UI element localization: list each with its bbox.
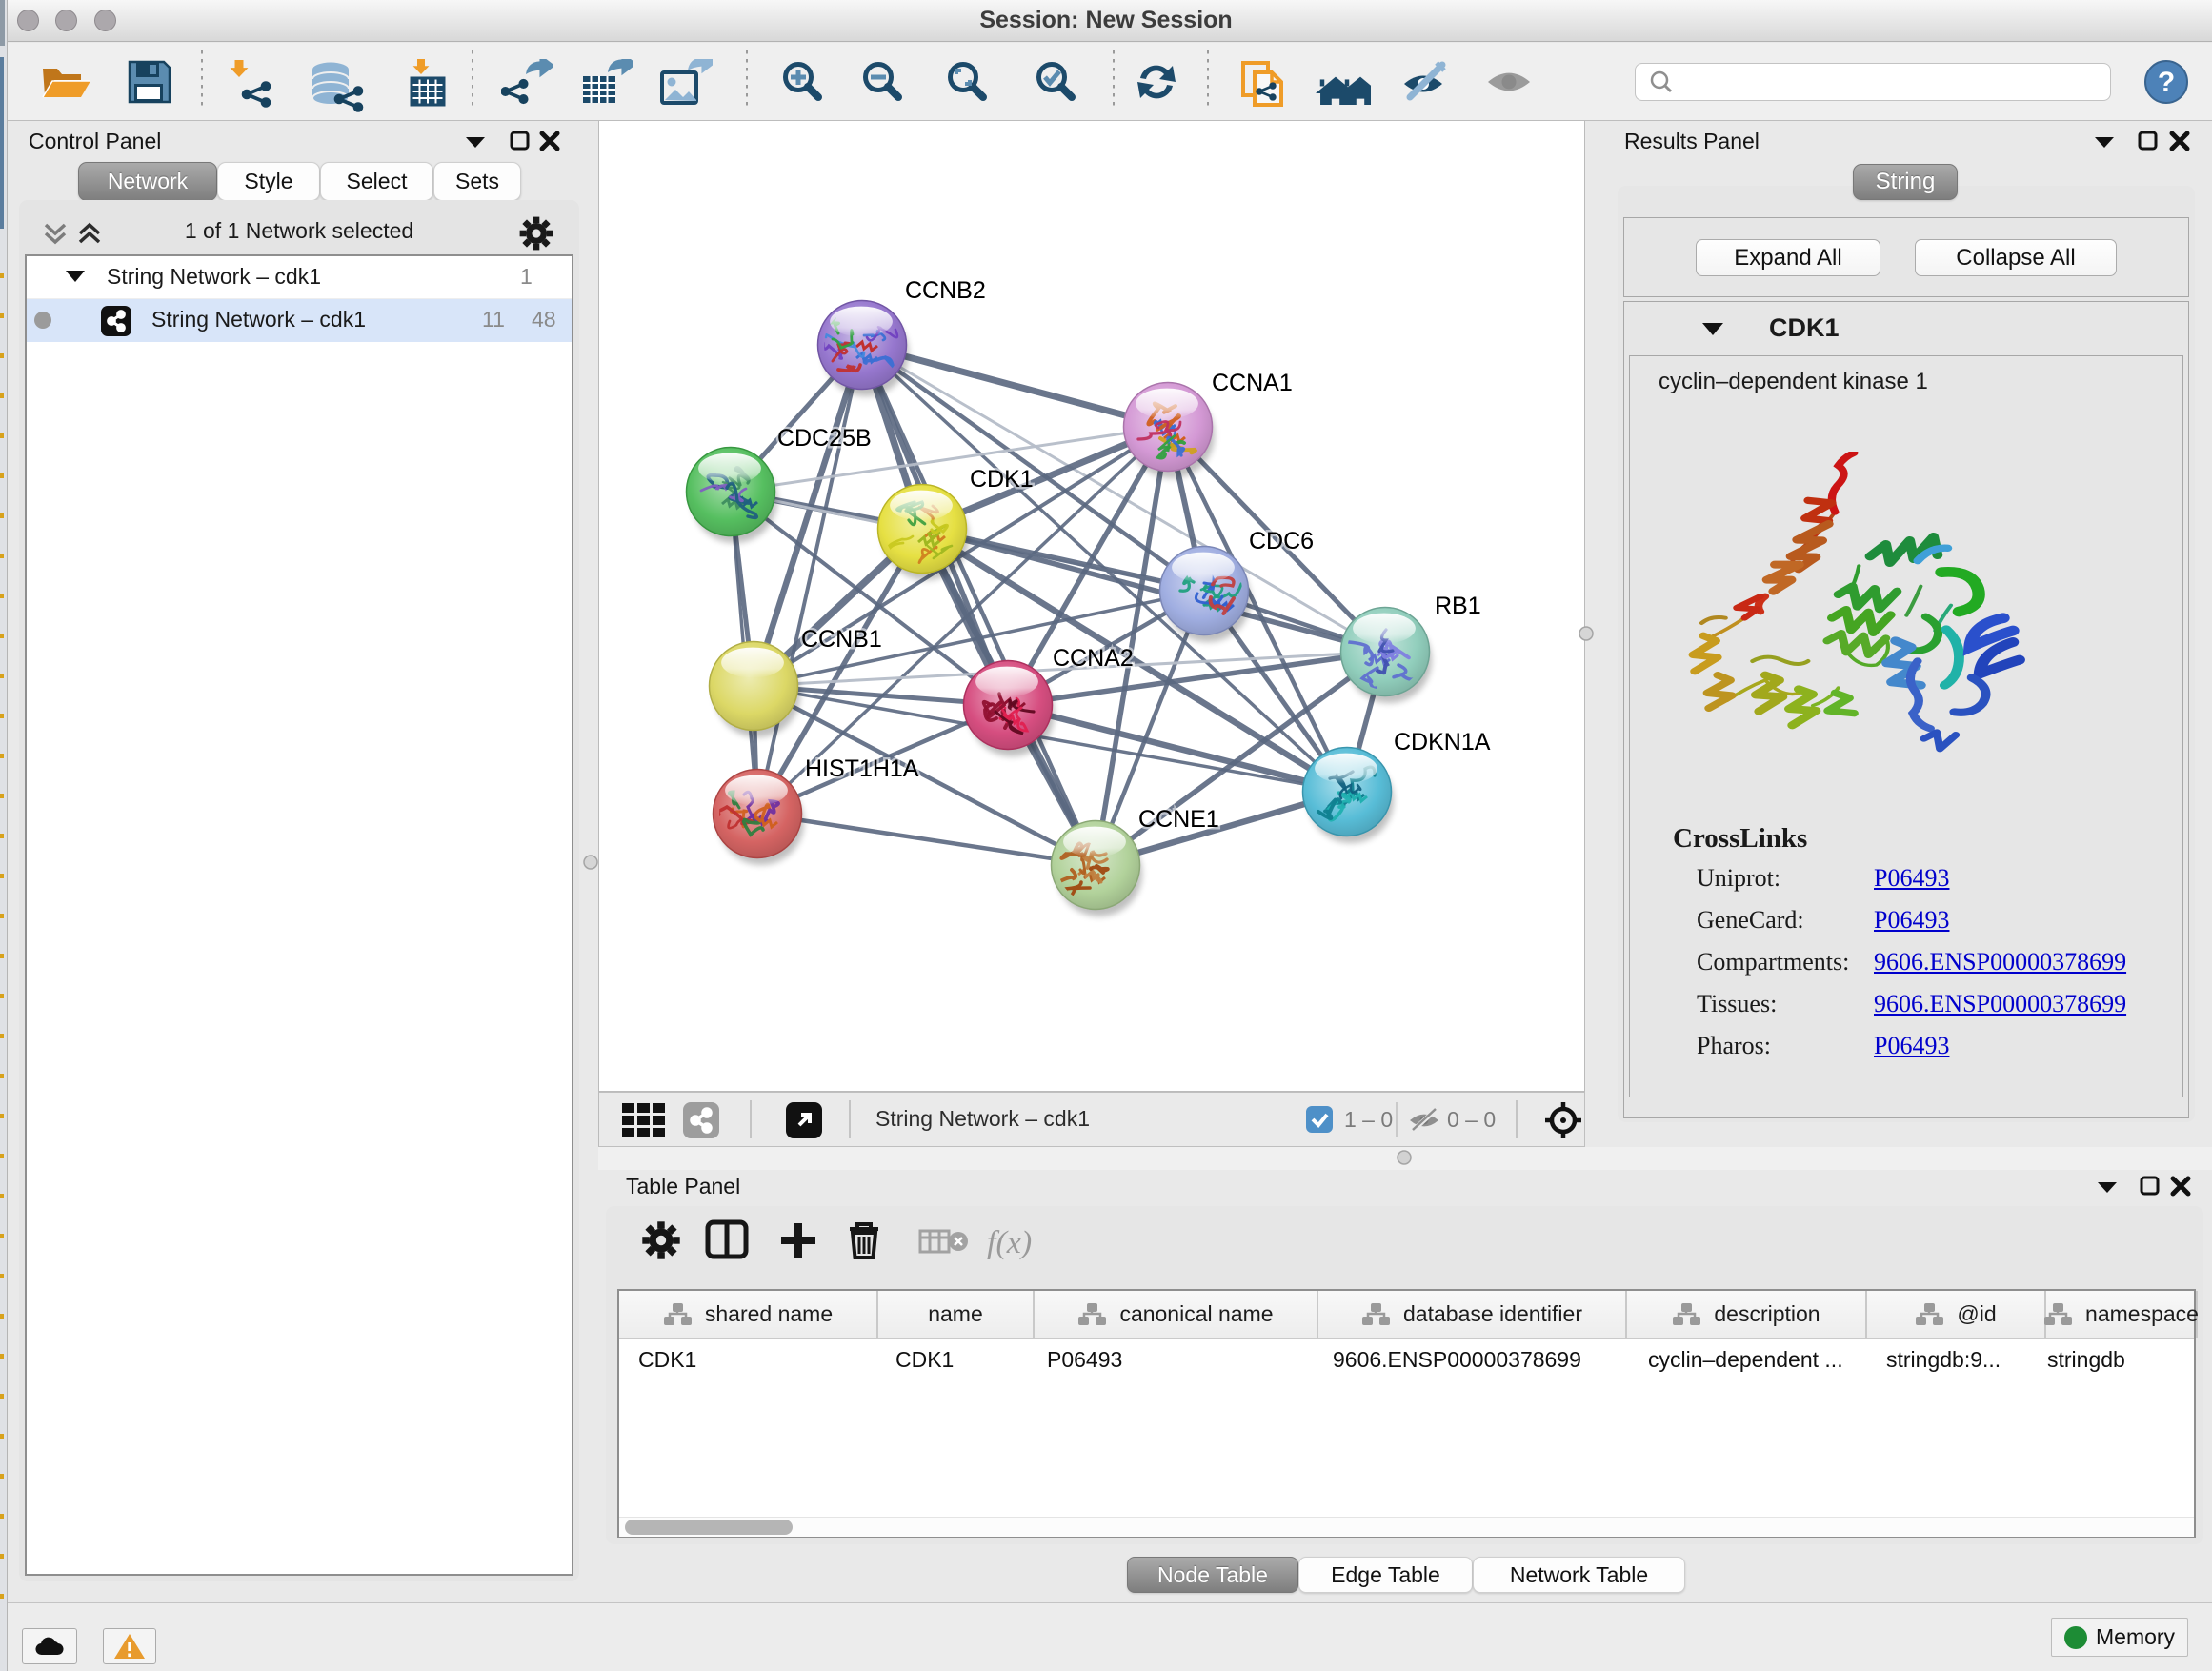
svg-text:RB1: RB1: [1435, 593, 1481, 619]
svg-text:CDC25B: CDC25B: [777, 425, 872, 452]
svg-text:?: ?: [2158, 67, 2175, 98]
svg-text:CDC6: CDC6: [1249, 528, 1314, 554]
svg-text:CCNA1: CCNA1: [1212, 370, 1293, 396]
svg-text:HIST1H1A: HIST1H1A: [805, 755, 919, 782]
svg-text:CCNE1: CCNE1: [1138, 806, 1219, 833]
svg-text:CCNB2: CCNB2: [905, 277, 986, 304]
svg-text:CCNB1: CCNB1: [801, 626, 882, 653]
svg-text:CDKN1A: CDKN1A: [1394, 729, 1491, 755]
svg-text:CDK1: CDK1: [970, 466, 1034, 493]
svg-text:CCNA2: CCNA2: [1053, 645, 1134, 672]
